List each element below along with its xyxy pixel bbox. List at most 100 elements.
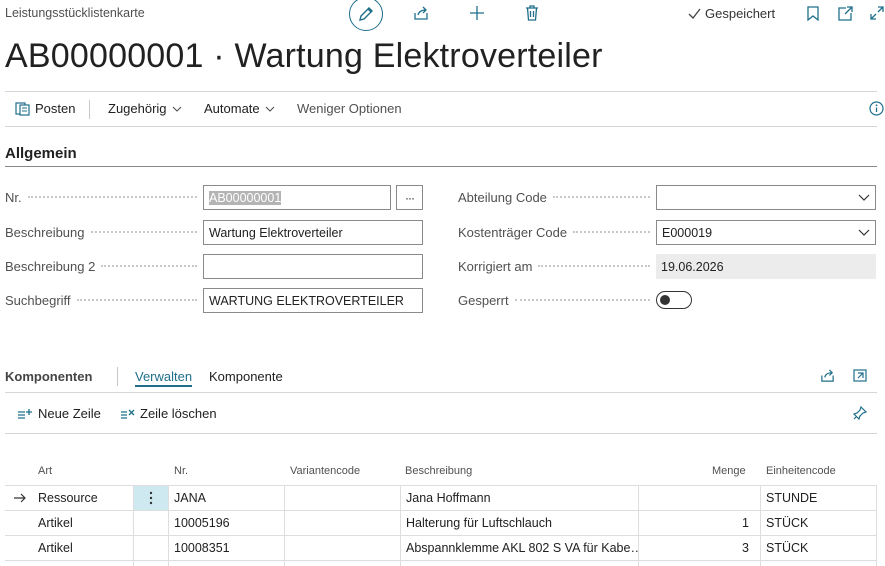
- nr-input[interactable]: AB00000001: [203, 185, 391, 210]
- beschreibung2-label: Beschreibung 2: [5, 258, 96, 274]
- zugehoerig-menu-label: Zugehörig: [108, 101, 167, 116]
- table-row[interactable]: Ressource JANA Jana Hoffmann STUNDE: [5, 486, 877, 511]
- row-selected-indicator: [5, 486, 33, 510]
- fewer-options-button[interactable]: Weniger Optionen: [297, 101, 402, 116]
- cell-nr[interactable]: 10008351: [169, 536, 284, 560]
- row-menu-button[interactable]: [134, 486, 168, 510]
- korrigiert-value-text: 19.06.2026: [661, 259, 724, 274]
- edit-button[interactable]: [349, 0, 383, 31]
- cell-nr[interactable]: JANA: [169, 486, 284, 510]
- nr-label-row: Nr.: [5, 187, 203, 207]
- cell-nr[interactable]: 10005196: [169, 511, 284, 535]
- part-separator: [117, 367, 118, 386]
- section-divider: [5, 166, 877, 167]
- gesperrt-toggle[interactable]: [656, 291, 692, 309]
- delete-line-icon: [121, 409, 135, 419]
- leader-dots: [101, 265, 197, 267]
- column-header-beschreibung[interactable]: Beschreibung: [405, 465, 472, 477]
- pencil-icon: [359, 7, 373, 21]
- cell-einheitencode[interactable]: STUNDE: [761, 486, 876, 510]
- save-status: Gespeichert: [688, 6, 775, 21]
- divider: [5, 392, 877, 393]
- suchbegriff-input-value: WARTUNG ELEKTROVERTEILER: [209, 293, 404, 308]
- nr-assist-button[interactable]: ···: [396, 185, 423, 210]
- page-type-caption: Leistungsstücklistenkarte: [5, 6, 145, 20]
- cell-menge[interactable]: 1: [639, 511, 755, 535]
- bookmark-icon: [807, 5, 819, 21]
- kostentraeger-select-value: E000019: [662, 225, 713, 240]
- leader-dots: [90, 231, 197, 233]
- abteilung-label: Abteilung Code: [458, 189, 547, 205]
- info-button[interactable]: [869, 101, 884, 116]
- cell-menge[interactable]: 3: [639, 536, 755, 560]
- beschreibung-input[interactable]: Wartung Elektroverteiler: [203, 220, 423, 245]
- cell-beschreibung[interactable]: Jana Hoffmann: [401, 486, 638, 510]
- page-title: AB00000001 · Wartung Elektroverteiler: [5, 37, 603, 75]
- column-header-menge[interactable]: Menge: [712, 465, 746, 477]
- leader-dots: [27, 196, 197, 198]
- kostentraeger-select[interactable]: E000019: [656, 220, 876, 245]
- leader-dots: [538, 265, 650, 267]
- new-line-button[interactable]: Neue Zeile: [17, 406, 101, 421]
- posten-action[interactable]: Posten: [15, 101, 75, 116]
- beschreibung2-input[interactable]: [203, 254, 423, 279]
- info-icon: [869, 101, 884, 116]
- cell-beschreibung[interactable]: Abspannklemme AKL 802 S VA für Kabe…: [401, 536, 638, 560]
- delete-line-label: Zeile löschen: [140, 406, 217, 421]
- pin-icon: [853, 406, 867, 420]
- abteilung-select[interactable]: [656, 185, 876, 210]
- save-status-label: Gespeichert: [705, 6, 776, 21]
- leader-dots: [76, 299, 197, 301]
- cell-variantencode[interactable]: [285, 511, 400, 535]
- toggle-knob: [660, 295, 670, 305]
- nr-label: Nr.: [5, 189, 22, 205]
- leader-dots: [573, 231, 650, 233]
- nr-input-value: AB00000001: [209, 190, 282, 205]
- cell-einheitencode[interactable]: STÜCK: [761, 511, 876, 535]
- delete-record-button[interactable]: [515, 0, 549, 30]
- cell-variantencode[interactable]: [285, 536, 400, 560]
- cell-art[interactable]: Ressource: [33, 486, 133, 510]
- suchbegriff-label: Suchbegriff: [5, 292, 71, 308]
- chevron-down-icon: [858, 229, 870, 236]
- section-title-allgemein[interactable]: Allgemein: [5, 145, 77, 162]
- cell-art[interactable]: Artikel: [33, 536, 133, 560]
- column-header-art[interactable]: Art: [38, 465, 52, 477]
- tab-komponente[interactable]: Komponente: [209, 369, 283, 384]
- new-record-button[interactable]: [460, 0, 494, 30]
- beschreibung-input-value: Wartung Elektroverteiler: [209, 225, 343, 240]
- divider: [5, 433, 877, 434]
- trash-icon: [526, 5, 538, 21]
- kostentraeger-label-row: Kostenträger Code: [458, 222, 656, 242]
- part-title[interactable]: Komponenten: [5, 369, 92, 384]
- cell-beschreibung[interactable]: Halterung für Luftschlauch: [401, 511, 638, 535]
- table-row[interactable]: Artikel 10005196 Halterung für Luftschla…: [5, 511, 877, 536]
- column-header-nr[interactable]: Nr.: [174, 465, 188, 477]
- automate-menu[interactable]: Automate: [204, 101, 275, 116]
- fewer-options-label: Weniger Optionen: [297, 101, 402, 116]
- open-new-window-button[interactable]: [828, 0, 862, 30]
- suchbegriff-input[interactable]: WARTUNG ELEKTROVERTEILER: [203, 288, 423, 313]
- personalize-button[interactable]: [853, 406, 867, 420]
- share-button[interactable]: [404, 0, 438, 30]
- table-row[interactable]: Artikel 10008351 Abspannklemme AKL 802 S…: [5, 536, 877, 561]
- part-share-button[interactable]: [820, 368, 835, 383]
- gesperrt-label-row: Gesperrt: [458, 290, 656, 310]
- bookmark-button[interactable]: [796, 0, 830, 30]
- expand-icon: [870, 6, 884, 20]
- tab-verwalten[interactable]: Verwalten: [135, 369, 193, 387]
- column-header-einheitencode[interactable]: Einheitencode: [766, 465, 836, 477]
- column-header-variantencode[interactable]: Variantencode: [290, 465, 360, 477]
- leader-dots: [514, 299, 650, 301]
- cell-variantencode[interactable]: [285, 486, 400, 510]
- delete-line-button[interactable]: Zeile löschen: [120, 406, 217, 421]
- zugehoerig-menu[interactable]: Zugehörig: [108, 101, 182, 116]
- expand-button[interactable]: [860, 0, 885, 30]
- suchbegriff-label-row: Suchbegriff: [5, 290, 203, 310]
- checkmark-icon: [688, 8, 701, 19]
- cell-einheitencode[interactable]: STÜCK: [761, 536, 876, 560]
- part-open-button[interactable]: [853, 369, 867, 382]
- cell-art[interactable]: Artikel: [33, 511, 133, 535]
- cell-menge[interactable]: [639, 486, 755, 510]
- kostentraeger-label: Kostenträger Code: [458, 224, 568, 240]
